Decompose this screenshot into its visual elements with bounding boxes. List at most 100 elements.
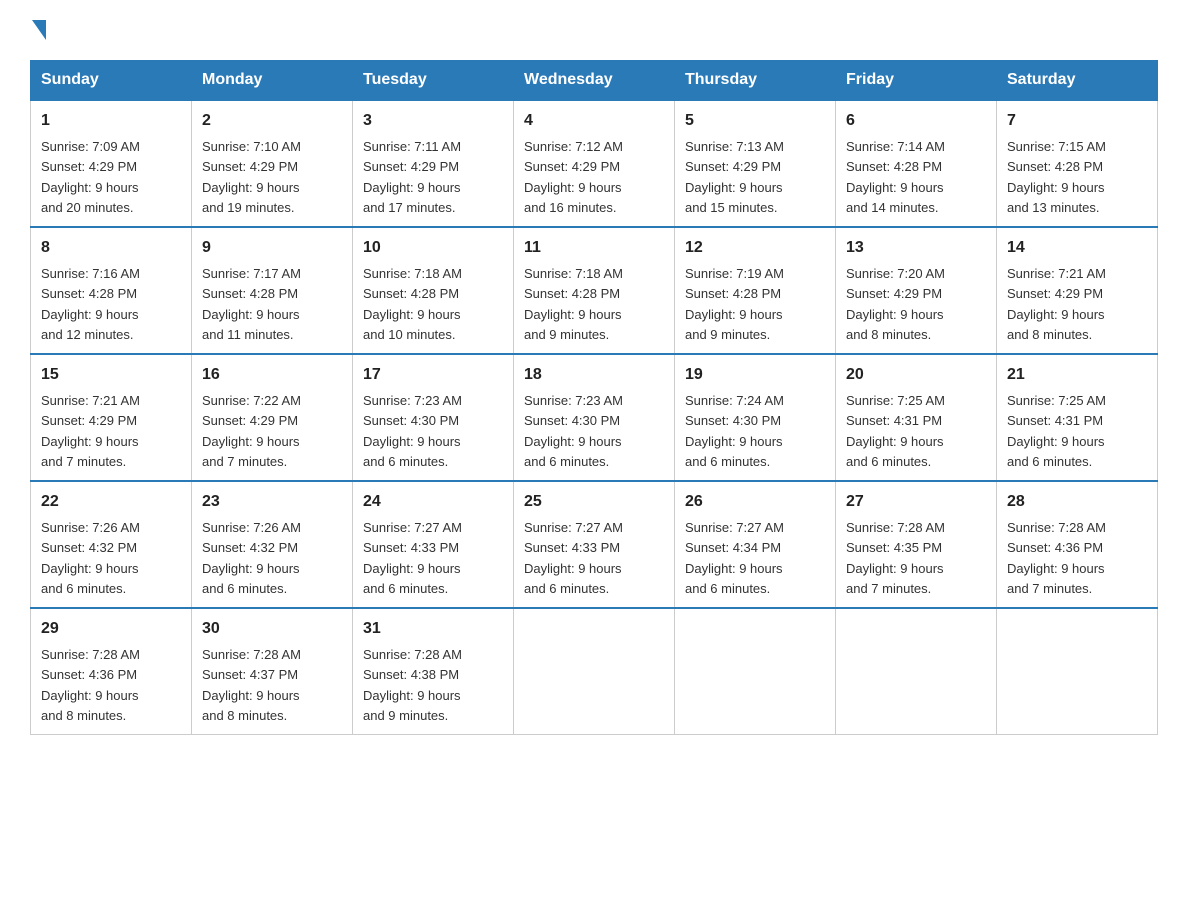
day-info: Sunrise: 7:21 AMSunset: 4:29 PMDaylight:… <box>1007 266 1106 342</box>
day-number: 4 <box>524 109 664 133</box>
calendar-day-cell: 24 Sunrise: 7:27 AMSunset: 4:33 PMDaylig… <box>353 481 514 608</box>
day-info: Sunrise: 7:15 AMSunset: 4:28 PMDaylight:… <box>1007 139 1106 215</box>
day-info: Sunrise: 7:28 AMSunset: 4:38 PMDaylight:… <box>363 647 462 723</box>
calendar-day-cell: 4 Sunrise: 7:12 AMSunset: 4:29 PMDayligh… <box>514 100 675 227</box>
calendar-day-cell: 21 Sunrise: 7:25 AMSunset: 4:31 PMDaylig… <box>997 354 1158 481</box>
calendar-day-cell: 20 Sunrise: 7:25 AMSunset: 4:31 PMDaylig… <box>836 354 997 481</box>
calendar-day-cell: 11 Sunrise: 7:18 AMSunset: 4:28 PMDaylig… <box>514 227 675 354</box>
day-info: Sunrise: 7:28 AMSunset: 4:37 PMDaylight:… <box>202 647 301 723</box>
day-of-week-header: Friday <box>836 61 997 101</box>
day-number: 12 <box>685 236 825 260</box>
day-number: 11 <box>524 236 664 260</box>
calendar-table: SundayMondayTuesdayWednesdayThursdayFrid… <box>30 60 1158 735</box>
day-info: Sunrise: 7:17 AMSunset: 4:28 PMDaylight:… <box>202 266 301 342</box>
day-number: 28 <box>1007 490 1147 514</box>
day-info: Sunrise: 7:22 AMSunset: 4:29 PMDaylight:… <box>202 393 301 469</box>
calendar-day-cell: 31 Sunrise: 7:28 AMSunset: 4:38 PMDaylig… <box>353 608 514 735</box>
calendar-day-cell: 26 Sunrise: 7:27 AMSunset: 4:34 PMDaylig… <box>675 481 836 608</box>
calendar-day-cell: 25 Sunrise: 7:27 AMSunset: 4:33 PMDaylig… <box>514 481 675 608</box>
day-info: Sunrise: 7:27 AMSunset: 4:33 PMDaylight:… <box>363 520 462 596</box>
calendar-week-row: 22 Sunrise: 7:26 AMSunset: 4:32 PMDaylig… <box>31 481 1158 608</box>
calendar-day-cell: 8 Sunrise: 7:16 AMSunset: 4:28 PMDayligh… <box>31 227 192 354</box>
day-number: 16 <box>202 363 342 387</box>
day-info: Sunrise: 7:27 AMSunset: 4:34 PMDaylight:… <box>685 520 784 596</box>
day-number: 26 <box>685 490 825 514</box>
calendar-header-row: SundayMondayTuesdayWednesdayThursdayFrid… <box>31 61 1158 101</box>
calendar-day-cell: 30 Sunrise: 7:28 AMSunset: 4:37 PMDaylig… <box>192 608 353 735</box>
day-info: Sunrise: 7:21 AMSunset: 4:29 PMDaylight:… <box>41 393 140 469</box>
day-number: 22 <box>41 490 181 514</box>
calendar-day-cell: 13 Sunrise: 7:20 AMSunset: 4:29 PMDaylig… <box>836 227 997 354</box>
day-info: Sunrise: 7:09 AMSunset: 4:29 PMDaylight:… <box>41 139 140 215</box>
page-header <box>30 20 1158 40</box>
day-number: 27 <box>846 490 986 514</box>
calendar-week-row: 8 Sunrise: 7:16 AMSunset: 4:28 PMDayligh… <box>31 227 1158 354</box>
day-info: Sunrise: 7:16 AMSunset: 4:28 PMDaylight:… <box>41 266 140 342</box>
day-of-week-header: Tuesday <box>353 61 514 101</box>
day-number: 6 <box>846 109 986 133</box>
day-info: Sunrise: 7:18 AMSunset: 4:28 PMDaylight:… <box>524 266 623 342</box>
calendar-day-cell: 15 Sunrise: 7:21 AMSunset: 4:29 PMDaylig… <box>31 354 192 481</box>
day-number: 23 <box>202 490 342 514</box>
day-number: 9 <box>202 236 342 260</box>
day-info: Sunrise: 7:26 AMSunset: 4:32 PMDaylight:… <box>202 520 301 596</box>
day-info: Sunrise: 7:18 AMSunset: 4:28 PMDaylight:… <box>363 266 462 342</box>
day-number: 14 <box>1007 236 1147 260</box>
day-of-week-header: Saturday <box>997 61 1158 101</box>
calendar-day-cell: 12 Sunrise: 7:19 AMSunset: 4:28 PMDaylig… <box>675 227 836 354</box>
calendar-day-cell: 14 Sunrise: 7:21 AMSunset: 4:29 PMDaylig… <box>997 227 1158 354</box>
day-info: Sunrise: 7:28 AMSunset: 4:36 PMDaylight:… <box>1007 520 1106 596</box>
day-info: Sunrise: 7:28 AMSunset: 4:35 PMDaylight:… <box>846 520 945 596</box>
calendar-day-cell <box>514 608 675 735</box>
calendar-day-cell: 18 Sunrise: 7:23 AMSunset: 4:30 PMDaylig… <box>514 354 675 481</box>
calendar-week-row: 1 Sunrise: 7:09 AMSunset: 4:29 PMDayligh… <box>31 100 1158 227</box>
day-number: 10 <box>363 236 503 260</box>
calendar-day-cell: 17 Sunrise: 7:23 AMSunset: 4:30 PMDaylig… <box>353 354 514 481</box>
logo <box>30 20 48 40</box>
day-number: 7 <box>1007 109 1147 133</box>
day-info: Sunrise: 7:23 AMSunset: 4:30 PMDaylight:… <box>524 393 623 469</box>
day-number: 24 <box>363 490 503 514</box>
day-of-week-header: Wednesday <box>514 61 675 101</box>
day-info: Sunrise: 7:23 AMSunset: 4:30 PMDaylight:… <box>363 393 462 469</box>
calendar-day-cell: 19 Sunrise: 7:24 AMSunset: 4:30 PMDaylig… <box>675 354 836 481</box>
day-number: 30 <box>202 617 342 641</box>
day-info: Sunrise: 7:26 AMSunset: 4:32 PMDaylight:… <box>41 520 140 596</box>
day-info: Sunrise: 7:28 AMSunset: 4:36 PMDaylight:… <box>41 647 140 723</box>
calendar-day-cell: 2 Sunrise: 7:10 AMSunset: 4:29 PMDayligh… <box>192 100 353 227</box>
day-info: Sunrise: 7:25 AMSunset: 4:31 PMDaylight:… <box>846 393 945 469</box>
day-number: 18 <box>524 363 664 387</box>
calendar-day-cell <box>675 608 836 735</box>
day-info: Sunrise: 7:13 AMSunset: 4:29 PMDaylight:… <box>685 139 784 215</box>
day-number: 5 <box>685 109 825 133</box>
calendar-day-cell: 29 Sunrise: 7:28 AMSunset: 4:36 PMDaylig… <box>31 608 192 735</box>
calendar-day-cell: 16 Sunrise: 7:22 AMSunset: 4:29 PMDaylig… <box>192 354 353 481</box>
day-number: 2 <box>202 109 342 133</box>
calendar-day-cell <box>836 608 997 735</box>
day-info: Sunrise: 7:11 AMSunset: 4:29 PMDaylight:… <box>363 139 461 215</box>
day-info: Sunrise: 7:25 AMSunset: 4:31 PMDaylight:… <box>1007 393 1106 469</box>
day-number: 20 <box>846 363 986 387</box>
calendar-day-cell: 9 Sunrise: 7:17 AMSunset: 4:28 PMDayligh… <box>192 227 353 354</box>
calendar-day-cell: 28 Sunrise: 7:28 AMSunset: 4:36 PMDaylig… <box>997 481 1158 608</box>
day-of-week-header: Thursday <box>675 61 836 101</box>
calendar-day-cell: 22 Sunrise: 7:26 AMSunset: 4:32 PMDaylig… <box>31 481 192 608</box>
day-number: 8 <box>41 236 181 260</box>
day-number: 25 <box>524 490 664 514</box>
day-info: Sunrise: 7:12 AMSunset: 4:29 PMDaylight:… <box>524 139 623 215</box>
day-of-week-header: Sunday <box>31 61 192 101</box>
day-number: 13 <box>846 236 986 260</box>
day-info: Sunrise: 7:20 AMSunset: 4:29 PMDaylight:… <box>846 266 945 342</box>
calendar-day-cell: 23 Sunrise: 7:26 AMSunset: 4:32 PMDaylig… <box>192 481 353 608</box>
day-number: 31 <box>363 617 503 641</box>
day-number: 21 <box>1007 363 1147 387</box>
calendar-day-cell: 6 Sunrise: 7:14 AMSunset: 4:28 PMDayligh… <box>836 100 997 227</box>
day-number: 17 <box>363 363 503 387</box>
day-number: 15 <box>41 363 181 387</box>
day-number: 19 <box>685 363 825 387</box>
day-info: Sunrise: 7:24 AMSunset: 4:30 PMDaylight:… <box>685 393 784 469</box>
logo-arrow-icon <box>32 20 46 40</box>
calendar-day-cell <box>997 608 1158 735</box>
day-info: Sunrise: 7:10 AMSunset: 4:29 PMDaylight:… <box>202 139 301 215</box>
day-number: 1 <box>41 109 181 133</box>
